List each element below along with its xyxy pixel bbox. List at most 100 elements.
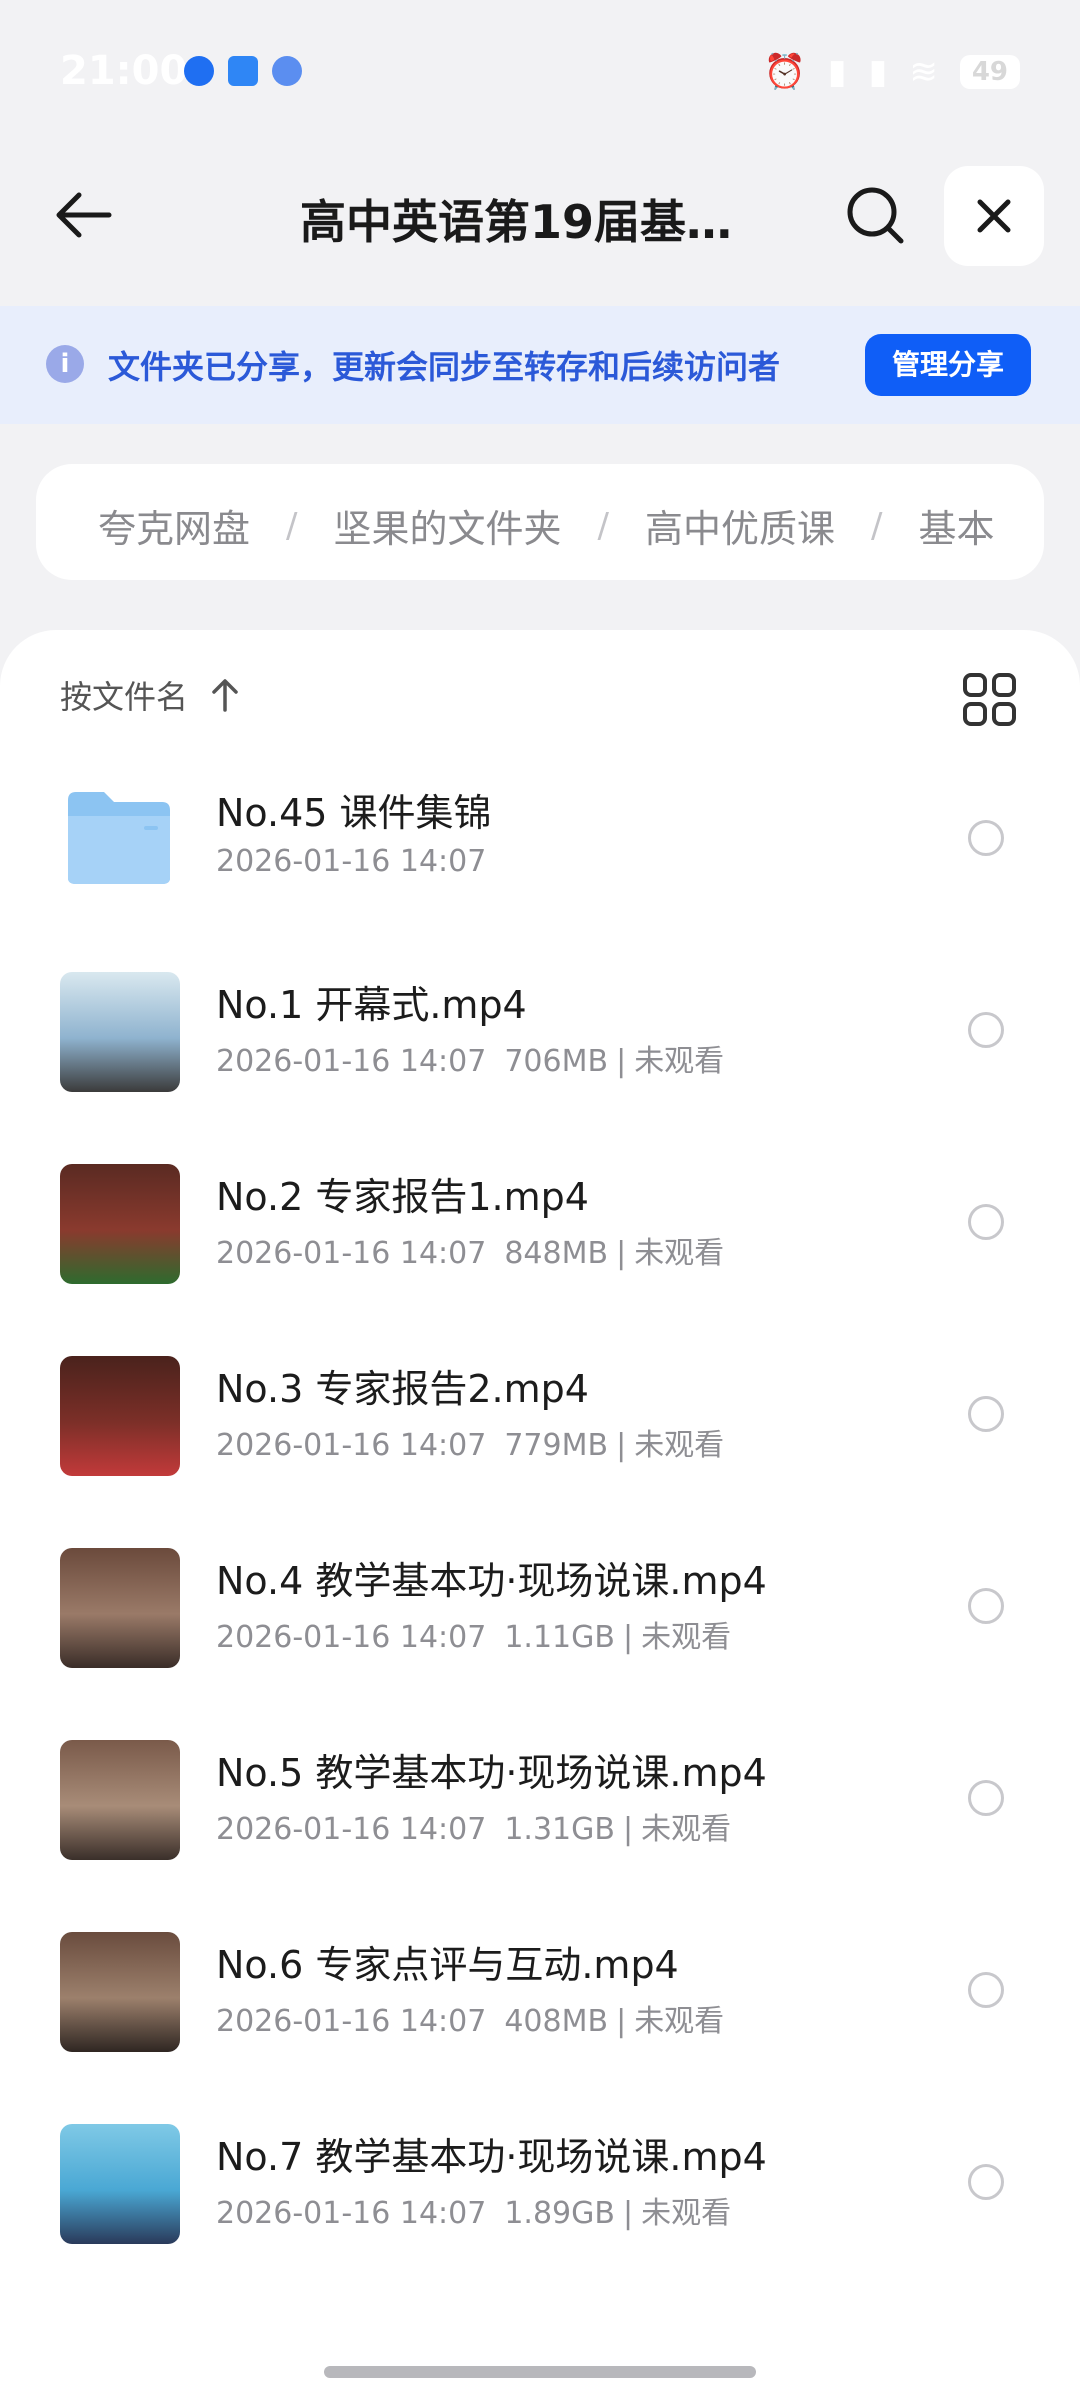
notification-app-icon bbox=[184, 56, 214, 86]
search-icon bbox=[847, 187, 904, 244]
file-size: 1.31GB bbox=[504, 1812, 615, 1847]
file-name: No.4 教学基本功·现场说课.mp4 bbox=[216, 1559, 767, 1603]
file-meta: 2026-01-16 14:07 1.31GB | 未观看 bbox=[216, 1804, 731, 1848]
breadcrumb: 夸克网盘 / 坚果的文件夹 / 高中优质课 / 基本 bbox=[36, 464, 1044, 580]
file-size: 1.89GB bbox=[504, 2196, 615, 2231]
video-thumbnail bbox=[60, 1548, 180, 1668]
file-size: 779MB bbox=[504, 1428, 609, 1463]
select-radio[interactable] bbox=[968, 1012, 1004, 1048]
breadcrumb-item-current[interactable]: 基本 bbox=[918, 498, 994, 553]
breadcrumb-separator: / bbox=[870, 505, 883, 546]
signal-icon: ▮ bbox=[827, 52, 847, 92]
alarm-icon: ⏰ bbox=[763, 52, 806, 92]
notification-baidu-icon bbox=[272, 56, 302, 86]
select-radio[interactable] bbox=[968, 1204, 1004, 1240]
folder-row[interactable]: No.45 课件集锦 2026-01-16 14:07 bbox=[0, 740, 1080, 920]
watch-status: 未观看 bbox=[641, 1620, 732, 1655]
notification-chat-icon bbox=[228, 56, 258, 86]
file-date: 2026-01-16 14:07 bbox=[216, 1812, 487, 1847]
video-thumbnail bbox=[60, 1932, 180, 2052]
video-thumbnail bbox=[60, 972, 180, 1092]
meta-separator: | bbox=[622, 2196, 634, 2231]
file-meta: 2026-01-16 14:07 779MB | 未观看 bbox=[216, 1420, 724, 1464]
video-thumbnail bbox=[60, 1164, 180, 1284]
share-banner-text: 文件夹已分享，更新会同步至转存和后续访问者 bbox=[108, 348, 781, 386]
back-button[interactable] bbox=[40, 172, 126, 258]
file-meta: 2026-01-16 14:07 408MB | 未观看 bbox=[216, 1996, 724, 2040]
meta-separator: | bbox=[622, 1620, 634, 1655]
sort-control[interactable]: 按文件名 bbox=[60, 672, 240, 718]
info-icon: i bbox=[46, 345, 84, 383]
page-title: 高中英语第19届基… bbox=[300, 195, 733, 249]
sort-ascending-icon bbox=[212, 679, 238, 712]
file-name: No.7 教学基本功·现场说课.mp4 bbox=[216, 2135, 767, 2179]
breadcrumb-item-folder[interactable]: 坚果的文件夹 bbox=[333, 498, 561, 553]
grid-view-icon bbox=[963, 673, 1016, 726]
file-size: 408MB bbox=[504, 2004, 609, 2039]
file-meta: 2026-01-16 14:07 706MB | 未观看 bbox=[216, 1036, 724, 1080]
grid-view-button[interactable] bbox=[960, 670, 1020, 730]
file-date: 2026-01-16 14:07 bbox=[216, 2004, 487, 2039]
file-date: 2026-01-16 14:07 bbox=[216, 2196, 487, 2231]
video-thumbnail bbox=[60, 1740, 180, 1860]
watch-status: 未观看 bbox=[634, 1428, 725, 1463]
file-row[interactable]: No.5 教学基本功·现场说课.mp4 2026-01-16 14:07 1.31G… bbox=[0, 1700, 1080, 1880]
file-name: No.2 专家报告1.mp4 bbox=[216, 1175, 589, 1219]
select-radio[interactable] bbox=[968, 1972, 1004, 2008]
back-arrow-icon bbox=[56, 192, 112, 238]
meta-separator: | bbox=[616, 1236, 627, 1271]
meta-separator: | bbox=[616, 1428, 627, 1463]
breadcrumb-item-course[interactable]: 高中优质课 bbox=[645, 498, 835, 553]
file-name: No.1 开幕式.mp4 bbox=[216, 983, 527, 1027]
select-radio[interactable] bbox=[968, 1588, 1004, 1624]
status-bar: 21:00 ⏰ ▮ ▮ ≋ 49 bbox=[0, 0, 1080, 140]
video-thumbnail bbox=[60, 1356, 180, 1476]
file-date: 2026-01-16 14:07 bbox=[216, 1236, 487, 1271]
close-button[interactable] bbox=[944, 166, 1044, 266]
status-right: ⏰ ▮ ▮ ≋ 49 bbox=[764, 52, 1020, 92]
home-indicator[interactable] bbox=[324, 2366, 756, 2378]
file-meta: 2026-01-16 14:07 848MB | 未观看 bbox=[216, 1228, 724, 1272]
file-name: No.5 教学基本功·现场说课.mp4 bbox=[216, 1751, 767, 1795]
sort-label: 按文件名 bbox=[60, 678, 189, 716]
meta-separator: | bbox=[622, 1812, 634, 1847]
signal-2-icon: ▮ bbox=[868, 52, 888, 92]
select-radio[interactable] bbox=[968, 2164, 1004, 2200]
search-button[interactable] bbox=[830, 170, 920, 260]
file-row[interactable]: No.3 专家报告2.mp4 2026-01-16 14:07 779MB | 未观看 bbox=[0, 1316, 1080, 1496]
file-row[interactable]: No.1 开幕式.mp4 2026-01-16 14:07 706MB | 未观看 bbox=[0, 932, 1080, 1112]
file-date: 2026-01-16 14:07 bbox=[216, 844, 487, 879]
file-row[interactable]: No.7 教学基本功·现场说课.mp4 2026-01-16 14:07 1.89G… bbox=[0, 2084, 1080, 2264]
watch-status: 未观看 bbox=[641, 1812, 732, 1847]
file-name: No.6 专家点评与互动.mp4 bbox=[216, 1943, 679, 1987]
file-size: 1.11GB bbox=[504, 1620, 615, 1655]
file-row[interactable]: No.2 专家报告1.mp4 2026-01-16 14:07 848MB | 未观看 bbox=[0, 1124, 1080, 1304]
file-date: 2026-01-16 14:07 bbox=[216, 1620, 487, 1655]
watch-status: 未观看 bbox=[634, 1044, 725, 1079]
share-banner: i 文件夹已分享，更新会同步至转存和后续访问者 管理分享 bbox=[0, 306, 1080, 424]
meta-separator: | bbox=[616, 1044, 627, 1079]
manage-share-button[interactable]: 管理分享 bbox=[865, 334, 1031, 396]
file-size: 706MB bbox=[504, 1044, 609, 1079]
breadcrumb-separator: / bbox=[286, 505, 298, 546]
file-row[interactable]: No.6 专家点评与互动.mp4 2026-01-16 14:07 408MB | 未观… bbox=[0, 1892, 1080, 2072]
file-date: 2026-01-16 14:07 bbox=[216, 1428, 487, 1463]
folder-icon bbox=[68, 792, 170, 884]
file-size: 848MB bbox=[504, 1236, 609, 1271]
select-radio[interactable] bbox=[968, 1780, 1004, 1816]
watch-status: 未观看 bbox=[634, 2004, 725, 2039]
breadcrumb-item-root[interactable]: 夸克网盘 bbox=[98, 498, 250, 553]
watch-status: 未观看 bbox=[634, 1236, 725, 1271]
watch-status: 未观看 bbox=[641, 2196, 732, 2231]
select-radio[interactable] bbox=[968, 1396, 1004, 1432]
file-meta: 2026-01-16 14:07 1.89GB | 未观看 bbox=[216, 2188, 731, 2232]
file-meta: 2026-01-16 14:07 1.11GB | 未观看 bbox=[216, 1612, 731, 1656]
video-thumbnail bbox=[60, 2124, 180, 2244]
file-name: No.3 专家报告2.mp4 bbox=[216, 1367, 589, 1411]
file-name: No.45 课件集锦 bbox=[216, 791, 492, 835]
select-radio[interactable] bbox=[968, 820, 1004, 856]
wifi-icon: ≋ bbox=[909, 52, 938, 92]
file-row[interactable]: No.4 教学基本功·现场说课.mp4 2026-01-16 14:07 1.11G… bbox=[0, 1508, 1080, 1688]
file-meta: 2026-01-16 14:07 bbox=[216, 844, 486, 879]
battery-indicator: 49 bbox=[959, 55, 1020, 89]
